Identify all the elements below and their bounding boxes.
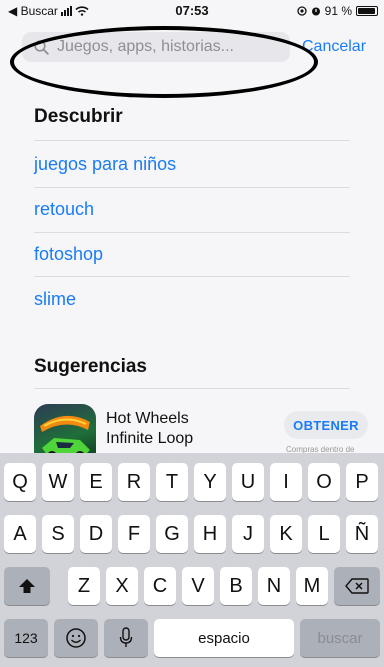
key-j[interactable]: J	[232, 515, 264, 553]
key-p[interactable]: P	[346, 463, 378, 501]
cancel-button[interactable]: Cancelar	[302, 38, 366, 56]
key-x[interactable]: X	[106, 567, 138, 605]
delete-key[interactable]	[334, 567, 380, 605]
key-k[interactable]: K	[270, 515, 302, 553]
key-h[interactable]: H	[194, 515, 226, 553]
keyboard: Q W E R T Y U I O P A S D F G H J K L Ñ …	[0, 453, 384, 667]
suggestions-title: Sugerencias	[34, 356, 147, 377]
key-r[interactable]: R	[118, 463, 150, 501]
microphone-icon	[119, 627, 133, 647]
app-name[interactable]: Hot Wheels Infinite Loop	[106, 409, 193, 449]
battery-icon	[356, 6, 378, 16]
divider	[34, 388, 350, 389]
key-z[interactable]: Z	[68, 567, 100, 605]
discover-item-fotoshop[interactable]: fotoshop	[34, 244, 103, 265]
key-g[interactable]: G	[156, 515, 188, 553]
app-name-line2: Infinite Loop	[106, 430, 194, 447]
divider	[34, 276, 350, 277]
search-key[interactable]: buscar	[300, 619, 380, 657]
key-c[interactable]: C	[144, 567, 176, 605]
key-b[interactable]: B	[220, 567, 252, 605]
discover-item-juegos-para-ninos[interactable]: juegos para niños	[34, 154, 176, 175]
key-w[interactable]: W	[42, 463, 74, 501]
search-icon	[34, 39, 49, 55]
app-name-line1: Hot Wheels	[106, 410, 189, 427]
key-a[interactable]: A	[4, 515, 36, 553]
discover-item-slime[interactable]: slime	[34, 289, 76, 310]
space-key[interactable]: espacio	[154, 619, 294, 657]
battery-percent: 91 %	[324, 4, 352, 18]
search-input[interactable]	[55, 37, 279, 57]
key-l[interactable]: L	[308, 515, 340, 553]
emoji-key[interactable]	[54, 619, 98, 657]
key-d[interactable]: D	[80, 515, 112, 553]
emoji-icon	[66, 628, 86, 648]
get-button[interactable]: OBTENER	[284, 411, 368, 439]
key-e[interactable]: E	[80, 463, 112, 501]
discover-title: Descubrir	[34, 106, 123, 127]
location-icon	[296, 6, 307, 16]
key-f[interactable]: F	[118, 515, 150, 553]
divider	[34, 187, 350, 188]
alarm-icon	[311, 7, 320, 16]
search-field[interactable]	[22, 32, 290, 62]
key-o[interactable]: O	[308, 463, 340, 501]
key-t[interactable]: T	[156, 463, 188, 501]
backspace-icon	[345, 578, 369, 594]
status-bar: ◀ Buscar 07:53 91 %	[0, 0, 384, 22]
divider	[34, 140, 350, 141]
key-n-tilde[interactable]: Ñ	[346, 515, 378, 553]
status-right: 91 %	[296, 4, 378, 18]
key-q[interactable]: Q	[4, 463, 36, 501]
divider	[34, 232, 350, 233]
shift-key[interactable]	[4, 567, 50, 605]
key-s[interactable]: S	[42, 515, 74, 553]
discover-item-retouch[interactable]: retouch	[34, 199, 94, 220]
shift-icon	[19, 579, 35, 593]
key-v[interactable]: V	[182, 567, 214, 605]
key-n[interactable]: N	[258, 567, 290, 605]
key-y[interactable]: Y	[194, 463, 226, 501]
dictation-key[interactable]	[104, 619, 148, 657]
key-u[interactable]: U	[232, 463, 264, 501]
key-i[interactable]: I	[270, 463, 302, 501]
key-m[interactable]: M	[296, 567, 328, 605]
numbers-key[interactable]: 123	[4, 619, 48, 657]
